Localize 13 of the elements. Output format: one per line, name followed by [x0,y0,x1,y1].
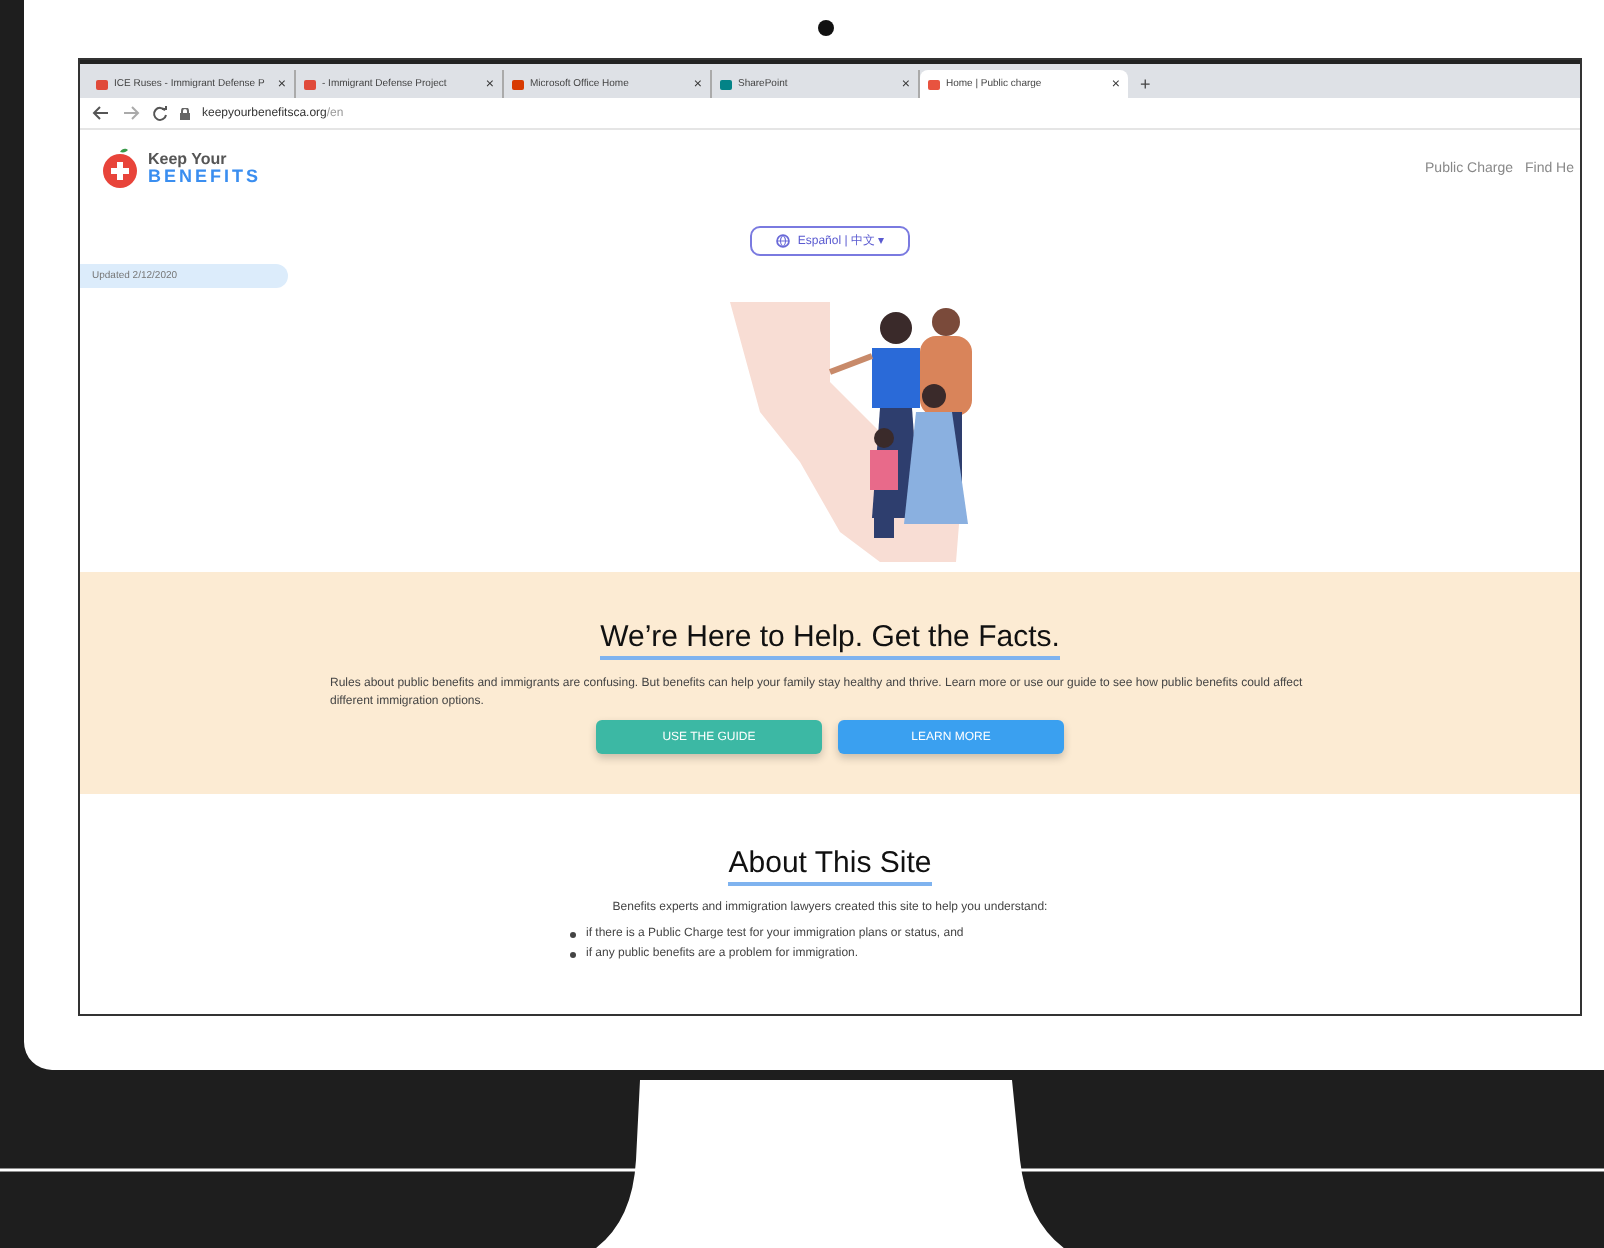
bullet-icon [570,932,576,939]
hero-heading: We’re Here to Help. Get the Facts. [600,620,1060,660]
camera-dot [818,20,834,36]
reload-icon[interactable] [152,105,168,121]
logo-text: Keep Your [148,151,229,167]
lock-icon [180,107,190,119]
bullet-icon [570,951,576,958]
new-tab-button[interactable]: + [1128,74,1163,98]
logo-text: BENEFITS [148,167,262,185]
globe-icon [775,234,790,248]
back-icon[interactable] [92,106,110,120]
apple-logo-icon [100,148,140,188]
section-heading: About This Site [728,846,932,886]
